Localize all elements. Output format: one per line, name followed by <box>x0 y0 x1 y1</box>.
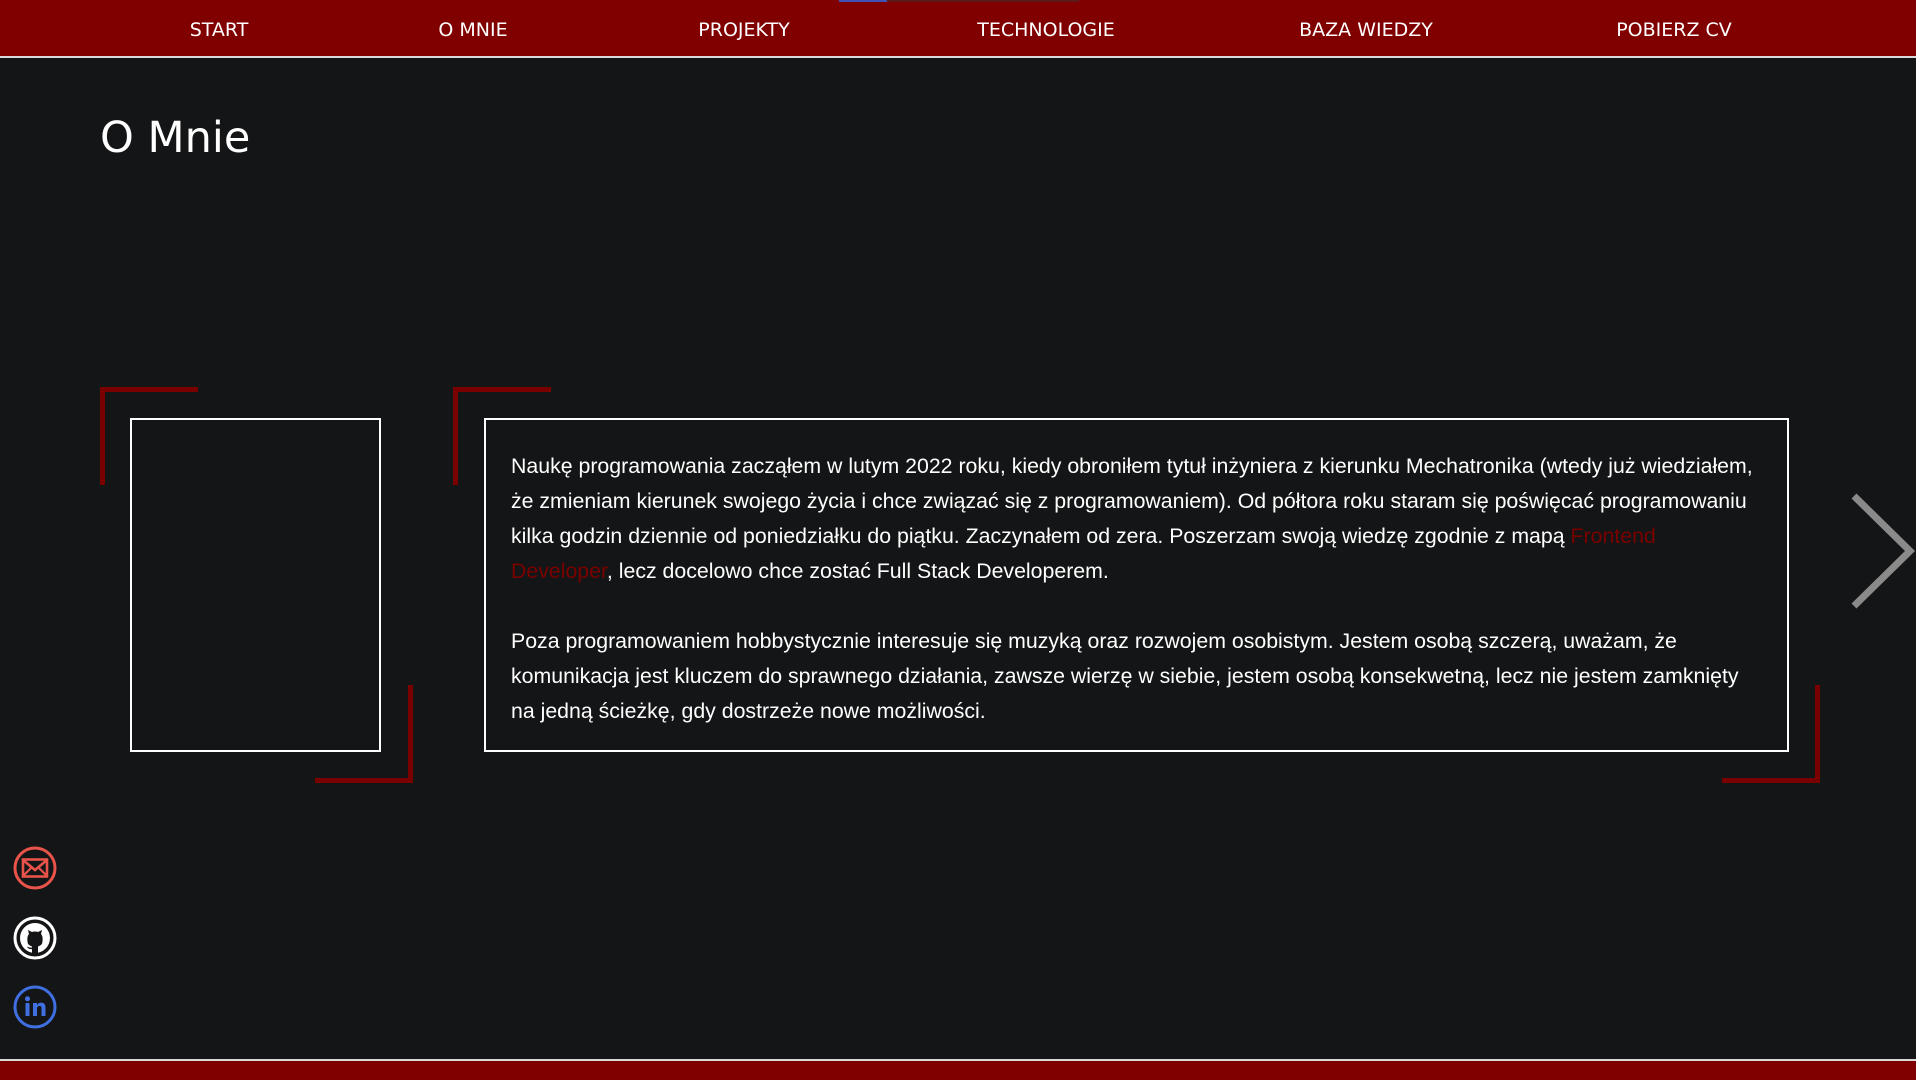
email-link[interactable] <box>13 846 57 890</box>
linkedin-link[interactable] <box>13 985 57 1029</box>
about-paragraph-2: Poza programowaniem hobbystycznie intere… <box>511 629 1739 723</box>
scroll-progress-fill <box>839 0 887 2</box>
about-text-card: Naukę programowania zacząłem w lutym 202… <box>484 418 1789 752</box>
about-paragraph-1: Naukę programowania zacząłem w lutym 202… <box>511 449 1763 589</box>
next-slide-button[interactable] <box>1848 492 1916 610</box>
nav-item-pobierz-cv[interactable]: POBIERZ CV <box>1616 0 1732 58</box>
footer-bar <box>0 1059 1916 1080</box>
envelope-icon <box>13 846 57 890</box>
chevron-right-icon <box>1851 493 1915 609</box>
about-paragraph-1-text-end: , lecz docelowo chce zostać Full Stack D… <box>606 559 1109 583</box>
nav-item-projekty[interactable]: PROJEKTY <box>698 0 789 58</box>
nav-item-o-mnie[interactable]: O MNIE <box>438 0 507 58</box>
about-paragraph-1-text: Naukę programowania zacząłem w lutym 202… <box>511 454 1753 548</box>
nav-item-start[interactable]: START <box>190 0 249 58</box>
profile-photo-frame <box>130 418 381 752</box>
github-icon <box>13 916 57 960</box>
nav-item-baza-wiedzy[interactable]: BAZA WIEDZY <box>1299 0 1433 58</box>
github-link[interactable] <box>13 916 57 960</box>
nav-item-technologie[interactable]: TECHNOLOGIE <box>977 0 1115 58</box>
top-navigation: START O MNIE PROJEKTY TECHNOLOGIE BAZA W… <box>0 0 1916 58</box>
page-title: O Mnie <box>100 113 251 163</box>
linkedin-icon <box>13 985 57 1029</box>
